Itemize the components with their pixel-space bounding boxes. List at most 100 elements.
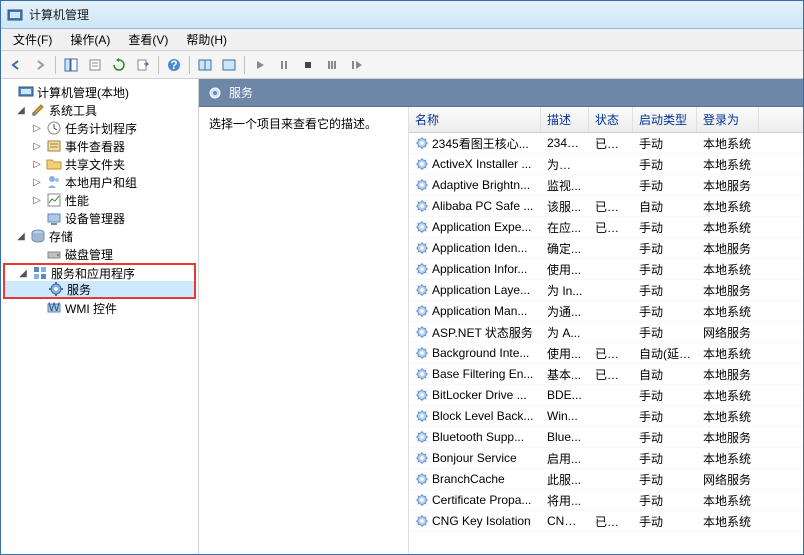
service-row[interactable]: Background Inte...使用...已启动自动(延迟...本地系统 xyxy=(409,343,803,364)
forward-button[interactable] xyxy=(29,54,51,76)
service-row[interactable]: Application Laye...为 In...手动本地服务 xyxy=(409,280,803,301)
expand-icon[interactable]: ▷ xyxy=(31,159,43,170)
cell-name: Bluetooth Supp... xyxy=(409,430,541,444)
restart-service-button[interactable] xyxy=(321,54,343,76)
tree-svcapps[interactable]: ◢ 服务和应用程序 xyxy=(3,263,196,281)
cell-desc: Win... xyxy=(541,409,589,423)
cell-desc: 在应... xyxy=(541,219,589,236)
service-row[interactable]: 2345看图王核心...2345...已启动手动本地系统 xyxy=(409,133,803,154)
tree-storage[interactable]: ◢ 存储 xyxy=(3,227,196,245)
tree-systools[interactable]: ◢ 系统工具 xyxy=(3,101,196,119)
cell-desc: 为 In... xyxy=(541,282,589,299)
refresh-button[interactable] xyxy=(108,54,130,76)
service-row[interactable]: Application Iden...确定...手动本地服务 xyxy=(409,238,803,259)
menu-view[interactable]: 查看(V) xyxy=(120,29,176,50)
gear-icon xyxy=(415,430,429,444)
expand-icon[interactable]: ▷ xyxy=(31,195,43,206)
service-row[interactable]: Block Level Back...Win...手动本地系统 xyxy=(409,406,803,427)
tree-diskmgmt[interactable]: 磁盘管理 xyxy=(3,245,196,263)
gear-icon xyxy=(415,514,429,528)
gear-icon xyxy=(415,262,429,276)
stop-service-button[interactable] xyxy=(297,54,319,76)
tree-localusers[interactable]: ▷ 本地用户和组 xyxy=(3,173,196,191)
tree-devicemgr[interactable]: 设备管理器 xyxy=(3,209,196,227)
cell-name: BitLocker Drive ... xyxy=(409,388,541,402)
service-row[interactable]: ActiveX Installer ...为从 ...手动本地系统 xyxy=(409,154,803,175)
menu-action[interactable]: 操作(A) xyxy=(62,29,118,50)
svg-text:W: W xyxy=(48,300,60,314)
back-button[interactable] xyxy=(5,54,27,76)
cell-name: Bonjour Service xyxy=(409,451,541,465)
col-status[interactable]: 状态 xyxy=(589,107,633,132)
cell-logon: 本地服务 xyxy=(697,177,759,194)
description-panel: 选择一个项目来查看它的描述。 xyxy=(199,107,409,554)
disk-icon xyxy=(46,246,62,262)
cell-desc: 为 A... xyxy=(541,324,589,341)
extended-view-button[interactable] xyxy=(194,54,216,76)
cell-logon: 本地系统 xyxy=(697,219,759,236)
tree-sharedfolders[interactable]: ▷ 共享文件夹 xyxy=(3,155,196,173)
menu-file[interactable]: 文件(F) xyxy=(5,29,60,50)
service-row[interactable]: Bonjour Service启用...手动本地系统 xyxy=(409,448,803,469)
properties-button[interactable] xyxy=(84,54,106,76)
cell-startup: 手动 xyxy=(633,156,697,173)
service-row[interactable]: Application Man...为通...手动本地系统 xyxy=(409,301,803,322)
cell-desc: 为通... xyxy=(541,303,589,320)
standard-view-button[interactable] xyxy=(218,54,240,76)
cell-status: 已启动 xyxy=(589,135,633,152)
main-area: 计算机管理(本地) ◢ 系统工具 ▷ 任务计划程序 ▷ 事件查看器 ▷ 共享文件… xyxy=(1,79,803,554)
services-list[interactable]: 名称 描述 状态 启动类型 登录为 2345看图王核心...2345...已启动… xyxy=(409,107,803,554)
service-row[interactable]: Application Infor...使用...手动本地系统 xyxy=(409,259,803,280)
expand-icon[interactable]: ▷ xyxy=(31,141,43,152)
collapse-icon[interactable]: ◢ xyxy=(17,268,29,279)
tree-root[interactable]: 计算机管理(本地) xyxy=(3,83,196,101)
cell-startup: 手动 xyxy=(633,408,697,425)
cell-desc: CNG... xyxy=(541,514,589,528)
service-row[interactable]: Base Filtering En...基本...已启动自动本地服务 xyxy=(409,364,803,385)
cell-name: Base Filtering En... xyxy=(409,367,541,381)
service-row[interactable]: Alibaba PC Safe ...该服...已启动自动本地系统 xyxy=(409,196,803,217)
resume-service-button[interactable] xyxy=(345,54,367,76)
service-row[interactable]: CNG Key IsolationCNG...已启动手动本地系统 xyxy=(409,511,803,532)
gear-icon xyxy=(415,472,429,486)
tree-panel[interactable]: 计算机管理(本地) ◢ 系统工具 ▷ 任务计划程序 ▷ 事件查看器 ▷ 共享文件… xyxy=(1,79,199,554)
cell-logon: 本地系统 xyxy=(697,198,759,215)
cell-startup: 手动 xyxy=(633,219,697,236)
service-row[interactable]: Bluetooth Supp...Blue...手动本地服务 xyxy=(409,427,803,448)
service-row[interactable]: Application Expe...在应...已启动手动本地系统 xyxy=(409,217,803,238)
col-name[interactable]: 名称 xyxy=(409,107,541,132)
cell-startup: 手动 xyxy=(633,492,697,509)
menu-help[interactable]: 帮助(H) xyxy=(178,29,235,50)
col-startup[interactable]: 启动类型 xyxy=(633,107,697,132)
cell-name: Background Inte... xyxy=(409,346,541,360)
tree-wmi[interactable]: W WMI 控件 xyxy=(3,299,196,317)
show-hide-tree-button[interactable] xyxy=(60,54,82,76)
expand-icon[interactable]: ▷ xyxy=(31,177,43,188)
start-service-button[interactable] xyxy=(249,54,271,76)
titlebar: 计算机管理 xyxy=(1,1,803,29)
tree-performance[interactable]: ▷ 性能 xyxy=(3,191,196,209)
export-button[interactable] xyxy=(132,54,154,76)
service-row[interactable]: Certificate Propa...将用...手动本地系统 xyxy=(409,490,803,511)
help-button[interactable]: ? xyxy=(163,54,185,76)
expand-icon[interactable]: ▷ xyxy=(31,123,43,134)
cell-desc: 启用... xyxy=(541,450,589,467)
cell-logon: 本地系统 xyxy=(697,408,759,425)
tree-services[interactable]: 服务 xyxy=(3,281,196,299)
device-icon xyxy=(46,210,62,226)
gear-icon xyxy=(415,199,429,213)
cell-startup: 手动 xyxy=(633,471,697,488)
cell-name: Alibaba PC Safe ... xyxy=(409,199,541,213)
collapse-icon[interactable]: ◢ xyxy=(15,231,27,242)
service-row[interactable]: BitLocker Drive ...BDE...手动本地系统 xyxy=(409,385,803,406)
cell-logon: 本地系统 xyxy=(697,261,759,278)
service-row[interactable]: Adaptive Brightn...监视...手动本地服务 xyxy=(409,175,803,196)
tree-eventviewer[interactable]: ▷ 事件查看器 xyxy=(3,137,196,155)
pause-service-button[interactable] xyxy=(273,54,295,76)
collapse-icon[interactable]: ◢ xyxy=(15,105,27,116)
col-desc[interactable]: 描述 xyxy=(541,107,589,132)
service-row[interactable]: ASP.NET 状态服务为 A...手动网络服务 xyxy=(409,322,803,343)
tree-tasksched[interactable]: ▷ 任务计划程序 xyxy=(3,119,196,137)
service-row[interactable]: BranchCache此服...手动网络服务 xyxy=(409,469,803,490)
col-logon[interactable]: 登录为 xyxy=(697,107,759,132)
